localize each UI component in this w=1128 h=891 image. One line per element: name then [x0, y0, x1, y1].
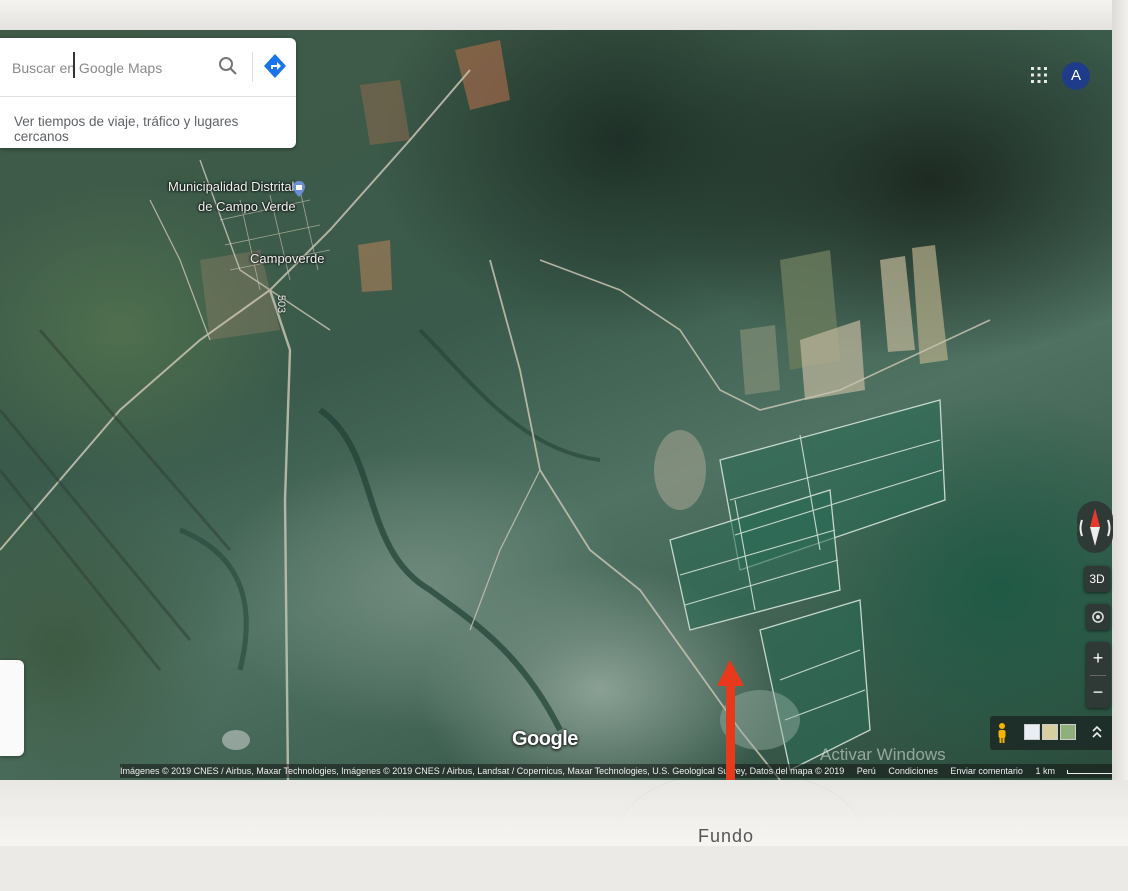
map-attribution-bar: Imágenes © 2019 CNES / Airbus, Maxar Tec… — [120, 764, 1112, 778]
terrain-layer-thumb[interactable] — [1042, 724, 1058, 740]
satellite-layer-thumb[interactable] — [1060, 724, 1076, 740]
search-divider — [252, 52, 253, 82]
municipality-label-line2[interactable]: de Campo Verde — [198, 199, 296, 214]
location-icon — [1092, 611, 1104, 623]
feedback-link[interactable]: Enviar comentario — [950, 766, 1023, 776]
map-layer-thumb[interactable] — [1024, 724, 1040, 740]
town-label[interactable]: Campoverde — [250, 251, 324, 266]
windows-activation-watermark: Activar Windows — [820, 745, 946, 764]
zoom-control: + − — [1086, 642, 1110, 708]
monitor-frame-bottom — [0, 780, 1128, 846]
pegman-icon[interactable] — [996, 722, 1008, 744]
road-number-label: 503 — [275, 294, 288, 314]
my-location-button[interactable] — [1086, 604, 1110, 630]
directions-icon[interactable] — [262, 52, 288, 80]
account-avatar[interactable]: A — [1062, 62, 1090, 90]
red-arrow-marker — [717, 660, 744, 780]
monitor-frame-right — [1112, 0, 1128, 846]
expand-chevron-icon[interactable] — [1090, 722, 1104, 742]
monitor-frame-top — [0, 0, 1128, 34]
place-pin-icon[interactable] — [292, 181, 306, 197]
country-link[interactable]: Perú — [857, 766, 876, 776]
compass-icon[interactable] — [1076, 500, 1114, 554]
zoom-in-button[interactable]: + — [1086, 642, 1110, 674]
collapsed-side-panel-tab[interactable] — [0, 660, 24, 756]
nearby-info-link[interactable]: Ver tiempos de viaje, tráfico y lugares … — [14, 114, 296, 144]
search-icon[interactable] — [216, 54, 240, 78]
caption-label: Fundo — [698, 826, 755, 846]
apps-grid-icon[interactable] — [1030, 66, 1048, 84]
scale-label[interactable]: 1 km — [1035, 766, 1055, 776]
municipality-label-line1[interactable]: Municipalidad Distrital — [168, 179, 294, 194]
search-input[interactable] — [10, 54, 210, 82]
search-row — [0, 38, 296, 97]
google-logo: Google — [512, 728, 578, 750]
search-panel: Ver tiempos de viaje, tráfico y lugares … — [0, 38, 296, 148]
3d-toggle-button[interactable]: 3D — [1084, 566, 1110, 592]
terms-link[interactable]: Condiciones — [888, 766, 938, 776]
zoom-out-button[interactable]: − — [1086, 676, 1110, 708]
text-cursor — [73, 52, 75, 78]
scale-bar — [1066, 769, 1112, 774]
